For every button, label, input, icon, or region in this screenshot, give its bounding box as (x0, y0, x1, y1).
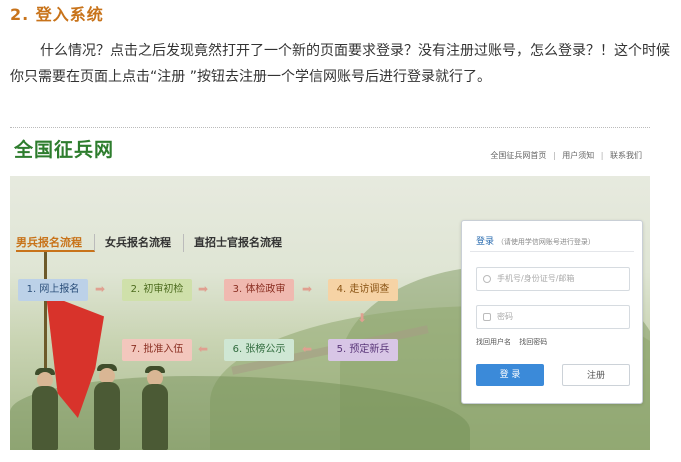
top-links: 全国征兵网首页 | 用户须知 | 联系我们 (488, 150, 644, 161)
soldier-figure (94, 382, 120, 450)
forgot-password-link[interactable]: 找回密码 (519, 338, 547, 346)
register-button[interactable]: 注册 (562, 364, 630, 386)
arrow-left-icon: ⬅ (302, 342, 313, 356)
link-separator: | (552, 151, 556, 160)
tab-nco[interactable]: 直招士官报名流程 (194, 234, 294, 252)
step-public-notice: 6. 张榜公示 (224, 339, 294, 361)
hero-banner: 男兵报名流程 女兵报名流程 直招士官报名流程 1. 网上报名 ➡ 2. 初审初检… (10, 176, 650, 450)
login-panel: 登录 （请使用学信网账号进行登录） 手机号/身份证号/邮箱 密码 找回用户名 找… (461, 220, 643, 404)
login-divider (470, 251, 634, 252)
recovery-links: 找回用户名 找回密码 (476, 337, 553, 347)
step-enlistment: 7. 批准入伍 (122, 339, 192, 361)
step-online-registration: 1. 网上报名 (18, 279, 88, 301)
arrow-down-icon: ⬇ (357, 311, 368, 325)
site-logo: 全国征兵网 (14, 139, 115, 161)
password-input[interactable]: 密码 (476, 305, 630, 329)
login-title-text: 登录 (476, 237, 495, 247)
embedded-screenshot: 全国征兵网 全国征兵网首页 | 用户须知 | 联系我们 男兵报名流程 女兵报名流… (10, 128, 650, 450)
user-icon (483, 275, 491, 283)
arrow-right-icon: ➡ (302, 282, 313, 296)
forgot-username-link[interactable]: 找回用户名 (476, 338, 511, 346)
password-placeholder: 密码 (497, 312, 513, 321)
link-home[interactable]: 全国征兵网首页 (490, 151, 546, 160)
step-physical-exam: 3. 体检政审 (224, 279, 294, 301)
process-tabs: 男兵报名流程 女兵报名流程 直招士官报名流程 (16, 234, 304, 252)
arrow-right-icon: ➡ (95, 282, 106, 296)
link-separator: | (600, 151, 604, 160)
login-title: 登录 （请使用学信网账号进行登录） (476, 234, 595, 247)
lock-icon (483, 313, 491, 321)
article-paragraph: 什么情况？点击之后发现竟然打开了一个新的页面要求登录？没有注册过账号，怎么登录？… (10, 43, 670, 85)
article: 2. 登入系统 什么情况？点击之后发现竟然打开了一个新的页面要求登录？没有注册过… (0, 0, 681, 126)
soldier-figure (32, 386, 58, 450)
section-heading: 2. 登入系统 (10, 5, 104, 24)
username-input[interactable]: 手机号/身份证号/邮箱 (476, 267, 630, 291)
login-subtitle: （请使用学信网账号进行登录） (496, 238, 595, 246)
tab-female[interactable]: 女兵报名流程 (105, 234, 184, 252)
site-header: 全国征兵网 全国征兵网首页 | 用户须知 | 联系我们 (10, 128, 650, 176)
step-preliminary-review: 2. 初审初检 (122, 279, 192, 301)
link-user-notice[interactable]: 用户须知 (562, 151, 594, 160)
link-contact[interactable]: 联系我们 (610, 151, 642, 160)
login-button[interactable]: 登 录 (476, 364, 544, 386)
step-home-visit: 4. 走访调查 (328, 279, 398, 301)
username-placeholder: 手机号/身份证号/邮箱 (497, 274, 575, 283)
arrow-left-icon: ⬅ (198, 342, 209, 356)
soldier-figure (142, 384, 168, 450)
step-pre-selection: 5. 预定新兵 (328, 339, 398, 361)
arrow-right-icon: ➡ (198, 282, 209, 296)
tab-male[interactable]: 男兵报名流程 (16, 234, 95, 252)
